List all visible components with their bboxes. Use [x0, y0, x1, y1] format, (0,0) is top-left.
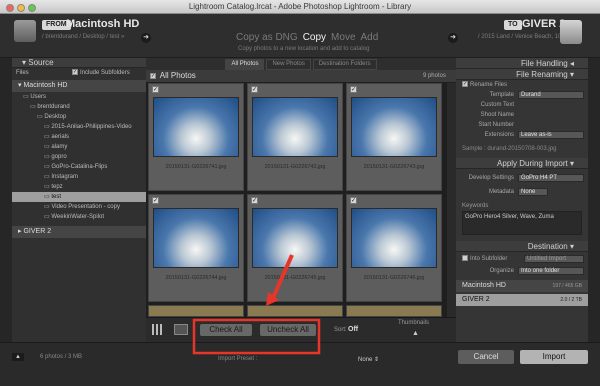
annotation-overlay — [192, 254, 321, 355]
import-window: Lightroom Catalog.lrcat - Adobe Photosho… — [0, 0, 600, 386]
annotation-box — [192, 318, 321, 355]
annotation-arrow-line — [270, 254, 294, 301]
